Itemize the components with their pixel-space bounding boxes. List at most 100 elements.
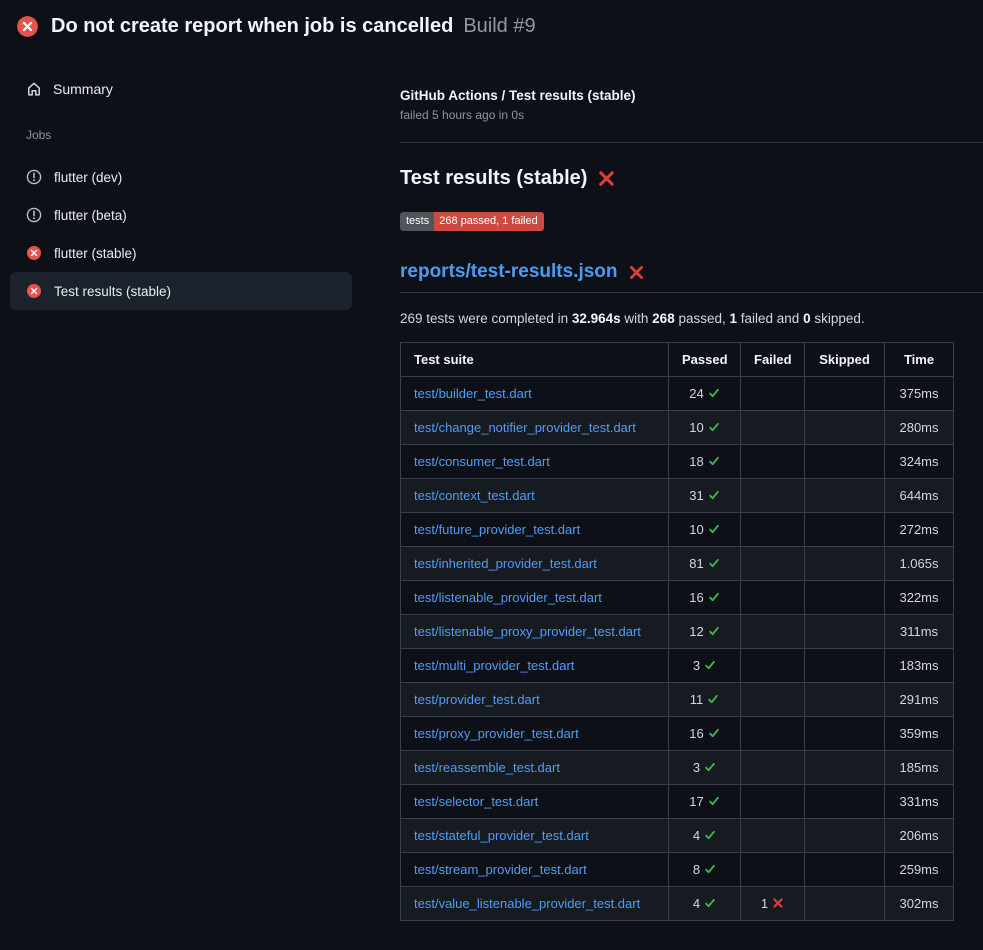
passed-count: 8 <box>693 862 700 877</box>
suite-link[interactable]: test/provider_test.dart <box>414 692 540 707</box>
passed-count: 24 <box>689 386 703 401</box>
passed-count: 17 <box>689 794 703 809</box>
jobs-list: flutter (dev) flutter (beta) flutter (stab… <box>10 158 352 310</box>
suite-link[interactable]: test/proxy_provider_test.dart <box>414 726 579 741</box>
table-row: test/listenable_proxy_provider_test.dart… <box>401 615 954 649</box>
table-row: test/stateful_provider_test.dart 4 206ms <box>401 819 954 853</box>
table-row: test/change_notifier_provider_test.dart 1… <box>401 411 954 445</box>
suite-link[interactable]: test/inherited_provider_test.dart <box>414 556 597 571</box>
suite-link[interactable]: test/stateful_provider_test.dart <box>414 828 589 843</box>
time-cell: 272ms <box>885 513 954 547</box>
cross-mark-icon <box>628 264 645 281</box>
job-label: flutter (stable) <box>54 246 137 261</box>
table-row: test/context_test.dart31644ms <box>401 479 954 513</box>
check-icon <box>704 761 716 773</box>
jobs-heading: Jobs <box>10 128 352 142</box>
suite-link[interactable]: test/context_test.dart <box>414 488 535 503</box>
sidebar-item-job[interactable]: flutter (stable) <box>10 234 352 272</box>
suite-link[interactable]: test/future_provider_test.dart <box>414 522 580 537</box>
time-cell: 206ms <box>885 819 954 853</box>
time-cell: 183ms <box>885 649 954 683</box>
table-row: test/future_provider_test.dart 10 272ms <box>401 513 954 547</box>
table-row: test/selector_test.dart 17 331ms <box>401 785 954 819</box>
badge-value: 268 passed, 1 failed <box>434 212 543 231</box>
check-icon <box>708 387 720 399</box>
results-table-body: test/builder_test.dart24375mstest/change… <box>401 377 954 921</box>
table-header-row: Test suite Passed Failed Skipped Time <box>401 343 954 377</box>
build-number: Build #9 <box>463 15 535 38</box>
sidebar-item-job[interactable]: flutter (beta) <box>10 196 352 234</box>
time-cell: 322ms <box>885 581 954 615</box>
suite-link[interactable]: test/stream_provider_test.dart <box>414 862 587 877</box>
failure-status-icon <box>16 15 39 38</box>
check-icon <box>708 727 720 739</box>
job-label: flutter (beta) <box>54 208 127 223</box>
x-circle-icon <box>26 245 42 261</box>
suite-link[interactable]: test/builder_test.dart <box>414 386 532 401</box>
time-cell: 291ms <box>885 683 954 717</box>
table-row: test/builder_test.dart 24 375ms <box>401 377 954 411</box>
summary-sentence: 269 tests were completed in 32.964s with… <box>400 311 983 326</box>
suite-link[interactable]: test/listenable_proxy_provider_test.dart <box>414 624 641 639</box>
breadcrumb: GitHub Actions / Test results (stable) <box>400 88 983 103</box>
passed-count: 3 <box>693 760 700 775</box>
check-icon <box>708 795 720 807</box>
alert-circle-icon <box>26 169 42 185</box>
job-label: flutter (dev) <box>54 170 122 185</box>
check-icon <box>704 659 716 671</box>
time-cell: 280ms <box>885 411 954 445</box>
check-icon <box>708 455 720 467</box>
time-cell: 375ms <box>885 377 954 411</box>
time-cell: 302ms <box>885 887 954 921</box>
time-cell: 644ms <box>885 479 954 513</box>
check-icon <box>708 523 720 535</box>
sidebar-item-job[interactable]: Test results (stable) <box>10 272 352 310</box>
col-header-passed: Passed <box>669 343 741 377</box>
sidebar: Summary Jobs flutter (dev) flutter (beta)… <box>0 52 384 310</box>
check-title: Test results (stable) <box>400 167 587 190</box>
passed-count: 11 <box>690 692 704 707</box>
passed-count: 4 <box>693 896 700 911</box>
time-cell: 185ms <box>885 751 954 785</box>
passed-count: 10 <box>689 522 703 537</box>
check-run-header: Do not create report when job is cancell… <box>0 0 983 52</box>
sidebar-item-job[interactable]: flutter (dev) <box>10 158 352 196</box>
suite-link[interactable]: test/value_listenable_provider_test.dart <box>414 896 640 911</box>
time-cell: 1.065s <box>885 547 954 581</box>
time-cell: 331ms <box>885 785 954 819</box>
suite-link[interactable]: test/multi_provider_test.dart <box>414 658 574 673</box>
passed-count: 16 <box>689 726 703 741</box>
check-icon <box>707 693 719 705</box>
check-icon <box>708 421 720 433</box>
check-icon <box>704 863 716 875</box>
alert-circle-icon <box>26 207 42 223</box>
table-row: test/proxy_provider_test.dart16359ms <box>401 717 954 751</box>
table-row: test/value_listenable_provider_test.dart… <box>401 887 954 921</box>
passed-count: 10 <box>689 420 703 435</box>
time-cell: 311ms <box>885 615 954 649</box>
suite-link[interactable]: test/reassemble_test.dart <box>414 760 560 775</box>
col-header-time: Time <box>885 343 954 377</box>
passed-count: 18 <box>689 454 703 469</box>
suite-link[interactable]: test/change_notifier_provider_test.dart <box>414 420 636 435</box>
table-row: test/provider_test.dart 11 291ms <box>401 683 954 717</box>
divider <box>400 142 983 143</box>
time-cell: 324ms <box>885 445 954 479</box>
passed-count: 4 <box>693 828 700 843</box>
summary-label: Summary <box>53 81 113 97</box>
tests-badge: tests 268 passed, 1 failed <box>400 212 544 231</box>
check-icon <box>704 897 716 909</box>
col-header-test-suite: Test suite <box>401 343 669 377</box>
suite-link[interactable]: test/consumer_test.dart <box>414 454 550 469</box>
table-row: test/listenable_provider_test.dart 16 322m… <box>401 581 954 615</box>
sidebar-item-summary[interactable]: Summary <box>10 72 352 106</box>
main-content: GitHub Actions / Test results (stable) f… <box>384 52 983 921</box>
suite-link[interactable]: test/selector_test.dart <box>414 794 538 809</box>
status-line: failed 5 hours ago in 0s <box>400 108 983 122</box>
cross-icon <box>772 897 784 909</box>
passed-count: 81 <box>689 556 703 571</box>
suite-link[interactable]: test/listenable_provider_test.dart <box>414 590 602 605</box>
passed-count: 16 <box>689 590 703 605</box>
table-row: test/stream_provider_test.dart8259ms <box>401 853 954 887</box>
report-title-link[interactable]: reports/test-results.json <box>400 261 618 283</box>
